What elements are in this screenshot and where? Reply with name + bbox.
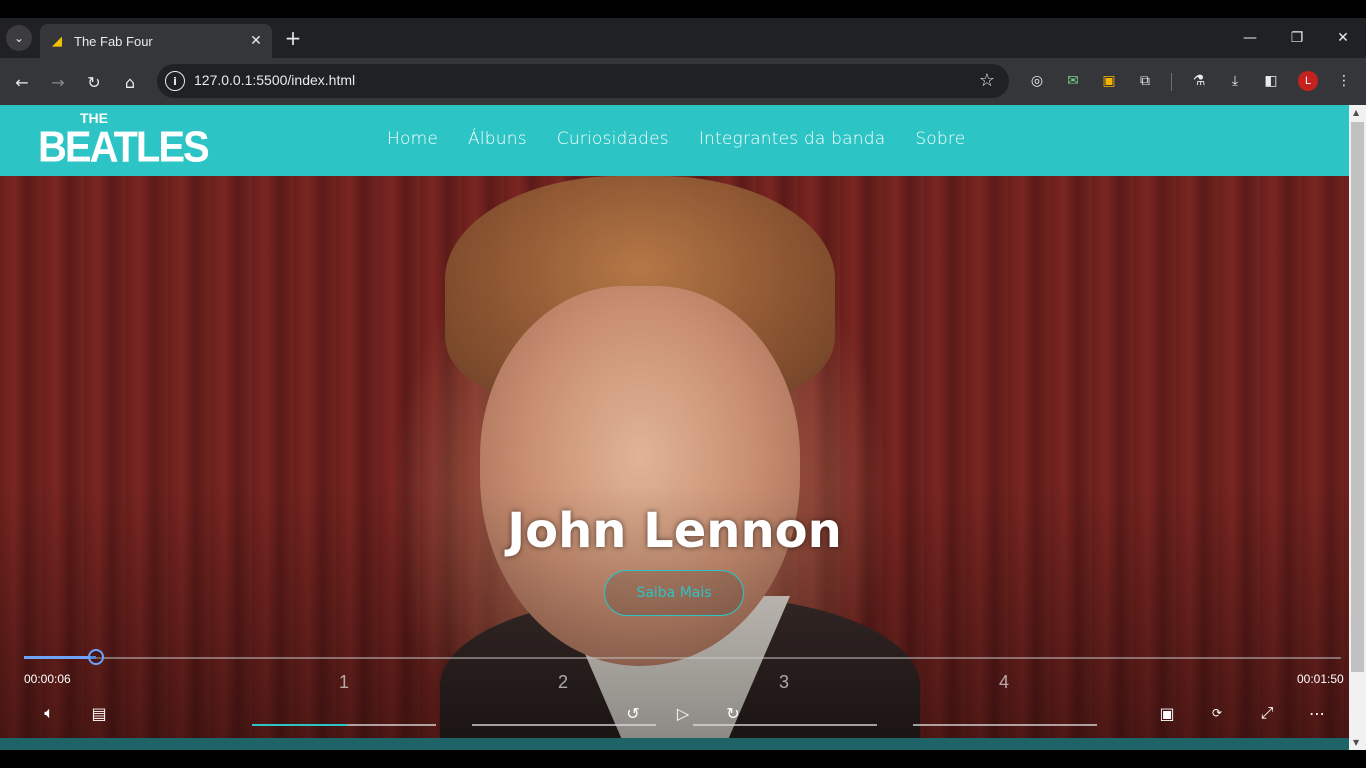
captions-button[interactable]: ▤ [84,700,114,726]
side-panel-icon[interactable]: ◧ [1260,70,1282,92]
url-text[interactable]: 127.0.0.1:5500/index.html [194,72,355,88]
seek-track[interactable] [24,657,1341,659]
mail-extension-icon[interactable]: ✉ [1062,70,1084,92]
rewind-button[interactable]: ↺ [618,700,648,726]
forward-button-player[interactable]: ↻ [718,700,748,726]
browser-toolbar: ← → ↻ ⌂ i 127.0.0.1:5500/index.html ☆ ◎ … [0,58,1366,105]
labs-flask-icon[interactable]: ⚗ [1188,70,1210,92]
chapter-label-4[interactable]: 4 [999,672,1009,693]
restore-icon: ❐ [1290,30,1304,46]
chapter-label-1[interactable]: 1 [339,672,349,693]
miniplayer-button[interactable]: ▣ [1152,700,1182,726]
screen-bottom-border [0,750,1366,768]
nav-curiosidades[interactable]: Curiosidades [557,129,669,149]
browser-menu-icon[interactable]: ⋮ [1333,70,1355,92]
minimize-button[interactable]: — [1236,26,1264,50]
hero-carousel: John Lennon Saiba Mais [0,176,1349,738]
web-page: THE BEATLES Home Álbuns Curiosidades Int… [0,105,1349,750]
page-scrollbar[interactable]: ▲ ▼ [1349,105,1366,750]
tab-search-button[interactable]: ⌄ [6,25,32,51]
tab-strip: ⌄ ◢ The Fab Four ✕ + — ❐ ✕ [0,18,1366,58]
logo-beatles: BEATLES [38,122,210,172]
beatles-logo[interactable]: THE BEATLES [38,111,210,169]
more-icon: ⋯ [1309,703,1325,723]
captions-icon: ▤ [91,703,107,723]
chapter-label-3[interactable]: 3 [779,672,789,693]
video-360-button[interactable]: ⟳ [1202,700,1232,726]
volume-icon: 🔈︎ [44,703,54,722]
exit-fullscreen-icon: ⤢ [1260,703,1274,722]
forward-button[interactable]: → [45,69,71,95]
reload-icon: ↻ [87,72,101,92]
download-icon[interactable]: ⤓ [1224,70,1246,92]
minimize-icon: — [1243,30,1257,46]
scroll-thumb[interactable] [1351,122,1364,672]
nav-integrantes[interactable]: Integrantes da banda [699,129,885,149]
address-bar[interactable]: i 127.0.0.1:5500/index.html ☆ [157,64,1009,98]
hero-shade [0,176,1349,738]
extensions-puzzle-icon[interactable]: ⧉ [1134,70,1156,92]
total-time: 00:01:50 [1297,672,1344,686]
home-button[interactable]: ⌂ [117,69,143,95]
site-header: THE BEATLES Home Álbuns Curiosidades Int… [0,105,1349,176]
more-options-button[interactable]: ⋯ [1302,700,1332,726]
page-footer-strip [0,738,1349,750]
scroll-down-icon[interactable]: ▼ [1353,738,1359,747]
360-icon: ⟳ [1211,706,1223,720]
close-icon: ✕ [1337,30,1349,46]
bookmark-star-icon[interactable]: ☆ [979,70,995,91]
yellow-submarine-favicon-icon: ◢ [52,33,62,49]
saiba-mais-button[interactable]: Saiba Mais [604,570,744,616]
profile-avatar[interactable]: L [1298,71,1318,91]
forward-30-icon: ↻ [726,703,740,723]
screen-top-border [0,0,1366,18]
main-nav: Home Álbuns Curiosidades Integrantes da … [387,129,995,149]
chapter-label-2[interactable]: 2 [558,672,568,693]
translate-extension-icon[interactable]: ◎ [1026,70,1048,92]
restore-button[interactable]: ❐ [1283,26,1311,50]
tab-title: The Fab Four [74,33,153,49]
nav-albuns[interactable]: Álbuns [468,129,527,149]
exit-fullscreen-button[interactable]: ⤢ [1252,700,1282,726]
home-icon: ⌂ [124,72,136,92]
back-button[interactable]: ← [9,69,35,95]
active-tab[interactable]: ◢ The Fab Four ✕ [40,24,272,58]
rewind-10-icon: ↺ [626,703,640,723]
play-button[interactable]: ▷ [668,700,698,726]
arrow-right-icon: → [51,72,65,92]
toolbar-separator [1171,73,1172,91]
new-tab-button[interactable]: + [281,26,305,50]
scroll-up-icon[interactable]: ▲ [1353,108,1359,117]
close-window-button[interactable]: ✕ [1329,26,1357,50]
hero-title: John Lennon [507,503,842,559]
seek-progress [24,656,96,659]
color-extension-icon[interactable]: ▣ [1098,70,1120,92]
nav-sobre[interactable]: Sobre [915,129,965,149]
plus-icon: + [284,26,302,50]
site-info-icon[interactable]: i [165,71,185,91]
arrow-left-icon: ← [15,72,29,92]
miniplayer-icon: ▣ [1159,703,1175,723]
play-icon: ▷ [676,703,690,723]
close-tab-icon[interactable]: ✕ [246,31,266,51]
reload-button[interactable]: ↻ [81,69,107,95]
volume-button[interactable]: 🔈︎ [34,700,64,726]
chevron-down-icon: ⌄ [13,31,25,45]
slide-indicator-4[interactable] [913,724,1097,726]
seek-thumb[interactable] [87,649,104,665]
nav-home[interactable]: Home [387,129,438,149]
current-time: 00:00:06 [24,672,71,686]
slide-indicator-1[interactable] [252,724,436,726]
